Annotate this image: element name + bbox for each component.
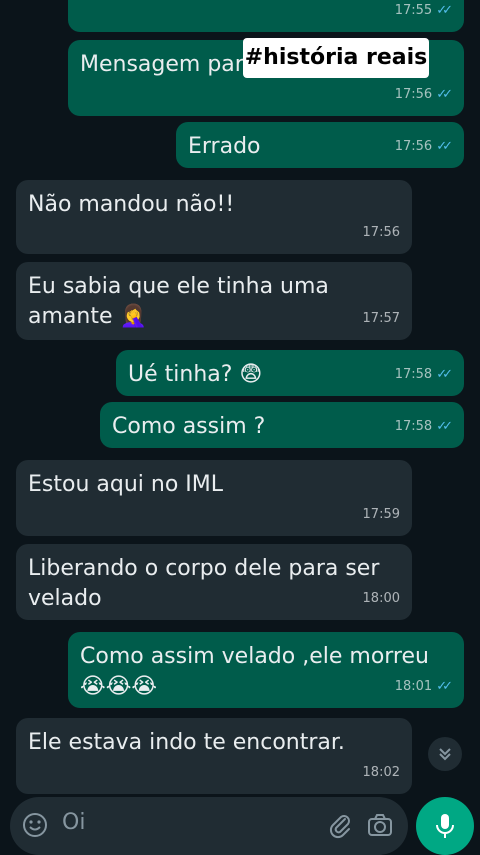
- message-time: 18:02: [362, 765, 400, 780]
- message-text: Não mandou não!!: [28, 192, 235, 217]
- message-composer[interactable]: Oi: [10, 797, 408, 855]
- message-time: 17:58: [394, 419, 433, 434]
- message-meta: 17:56 ✓✓: [394, 80, 453, 110]
- double-check-icon: ✓✓: [436, 3, 453, 18]
- message-meta: 17:58 ✓✓: [394, 412, 453, 442]
- message-time: 17:56: [394, 139, 433, 154]
- message-bubble-incoming[interactable]: Não mandou não!! 17:56: [16, 180, 412, 254]
- message-meta: 17:55 ✓✓: [394, 0, 453, 26]
- message-time: 18:00: [362, 591, 400, 606]
- message-text: Eu sabia que ele tinha uma: [28, 274, 329, 299]
- message-bubble-outgoing[interactable]: 17:55 ✓✓: [68, 0, 464, 32]
- message-text: Como assim velado ,ele morreu: [80, 644, 429, 669]
- microphone-icon: [436, 814, 454, 838]
- message-text: Liberando o corpo dele para ser: [28, 556, 380, 581]
- double-check-icon: ✓✓: [436, 139, 453, 154]
- message-time: 17:55: [394, 3, 433, 18]
- double-check-icon: ✓✓: [436, 87, 453, 102]
- message-bubble-incoming[interactable]: Eu sabia que ele tinha uma amante 🤦‍♀️ 1…: [16, 262, 412, 340]
- message-time: 17:58: [394, 367, 433, 382]
- message-text-line2: velado: [28, 586, 102, 611]
- double-check-icon: ✓✓: [436, 419, 453, 434]
- paperclip-icon[interactable]: [326, 811, 354, 839]
- message-bubble-outgoing[interactable]: Ué tinha? 😨 17:58 ✓✓: [116, 350, 464, 396]
- message-meta: 18:00: [363, 584, 400, 614]
- message-meta: 17:56: [363, 218, 400, 248]
- message-bubble-outgoing[interactable]: Como assim velado ,ele morreu 😭😭😭 18:01 …: [68, 632, 464, 708]
- message-time: 18:01: [394, 679, 433, 694]
- message-input[interactable]: Oi: [62, 810, 85, 835]
- scroll-down-button[interactable]: [428, 737, 462, 771]
- message-time: 17:56: [362, 225, 400, 240]
- message-bubble-outgoing[interactable]: Errado 17:56 ✓✓: [176, 122, 464, 168]
- message-meta: 17:57: [363, 304, 400, 334]
- message-bubble-incoming[interactable]: Estou aqui no IML 17:59: [16, 460, 412, 536]
- caption-overlay: #história reais: [243, 38, 429, 78]
- message-meta: 17:58 ✓✓: [394, 360, 453, 390]
- emoji-icon[interactable]: [22, 812, 48, 838]
- message-bubble-outgoing[interactable]: Como assim ? 17:58 ✓✓: [100, 402, 464, 448]
- camera-icon[interactable]: [366, 811, 394, 839]
- double-check-icon: ✓✓: [436, 367, 453, 382]
- message-time: 17:56: [394, 87, 433, 102]
- message-bubble-incoming[interactable]: Ele estava indo te encontrar. 18:02: [16, 718, 412, 794]
- voice-message-button[interactable]: [416, 797, 474, 855]
- message-meta: 17:56 ✓✓: [394, 132, 453, 162]
- message-meta: 18:02: [363, 758, 400, 788]
- message-text: Ele estava indo te encontrar.: [28, 730, 345, 755]
- message-time: 17:57: [362, 311, 400, 326]
- message-text: Estou aqui no IML: [28, 472, 224, 497]
- message-time: 17:59: [362, 507, 400, 522]
- chevron-double-down-icon: [439, 748, 451, 761]
- message-meta: 18:01 ✓✓: [394, 672, 453, 702]
- message-meta: 17:59: [363, 500, 400, 530]
- double-check-icon: ✓✓: [436, 679, 453, 694]
- message-text-line2: amante 🤦‍♀️: [28, 304, 147, 329]
- message-bubble-incoming[interactable]: Liberando o corpo dele para ser velado 1…: [16, 544, 412, 620]
